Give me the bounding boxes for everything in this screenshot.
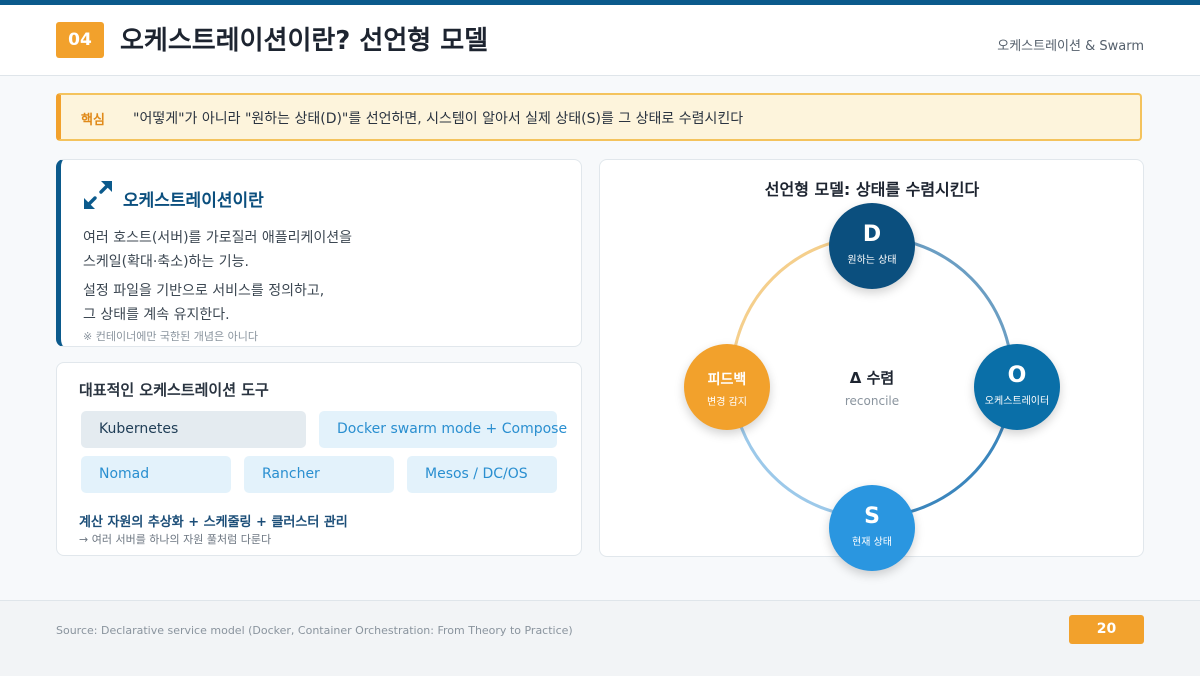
node-d-label: 원하는 상태: [847, 255, 897, 266]
node-feedback-label: 변경 감지: [707, 397, 747, 408]
definition-line-1: 여러 호스트(서버)를 가로질러 애플리케이션을: [83, 230, 352, 246]
tool-chip-rancher: Rancher: [244, 456, 394, 493]
expand-arrows-icon: [84, 181, 112, 209]
node-desired-state: D 원하는 상태: [829, 203, 915, 289]
tool-chip-nomad: Nomad: [81, 456, 231, 493]
definition-card: 오케스트레이션이란 여러 호스트(서버)를 가로질러 애플리케이션을 스케일(확…: [56, 159, 582, 347]
definition-title: 오케스트레이션이란: [123, 191, 264, 211]
center-title: Δ 수렴: [850, 369, 894, 387]
tools-title: 대표적인 오케스트레이션 도구: [79, 381, 269, 399]
key-point-label: 핵심: [81, 113, 105, 128]
slide-header: 04 오케스트레이션이란? 선언형 모델 오케스트레이션 & Swarm: [0, 5, 1200, 76]
node-orchestrator: O 오케스트레이터: [974, 344, 1060, 430]
node-s-letter: S: [864, 504, 880, 529]
node-current-state: S 현재 상태: [829, 485, 915, 571]
diagram-title: 선언형 모델: 상태를 수렴시킨다: [765, 180, 980, 199]
key-point-text: "어떻게"가 아니라 "원하는 상태(D)"를 선언하면, 시스템이 알아서 실…: [133, 111, 744, 127]
tool-chip-mesos: Mesos / DC/OS: [407, 456, 557, 493]
section-tag: 오케스트레이션 & Swarm: [997, 39, 1144, 54]
center-subtitle: reconcile: [845, 394, 899, 408]
diagram-card: 선언형 모델: 상태를 수렴시킨다 Δ 수렴 reconcile D 원하는 상…: [599, 159, 1144, 571]
tools-summary-sub: → 여러 서버를 하나의 자원 풀처럼 다룬다: [79, 533, 272, 546]
node-feedback-title: 피드백: [707, 372, 747, 388]
section-number-badge: 04: [56, 22, 104, 58]
definition-line-4: 그 상태를 계속 유지한다.: [83, 307, 230, 323]
node-d-letter: D: [862, 222, 882, 247]
node-o-letter: O: [1007, 363, 1027, 388]
tools-summary: 계산 자원의 추상화 + 스케줄링 + 클러스터 관리: [79, 515, 348, 530]
tools-card: 대표적인 오케스트레이션 도구 Kubernetes Docker swarm …: [56, 362, 582, 556]
key-point-box: 핵심 "어떻게"가 아니라 "원하는 상태(D)"를 선언하면, 시스템이 알아…: [56, 93, 1142, 141]
definition-note: ※ 컨테이너에만 국한된 개념은 아니다: [83, 330, 259, 343]
definition-line-3: 설정 파일을 기반으로 서비스를 정의하고,: [83, 283, 325, 299]
definition-line-2: 스케일(확대·축소)하는 기능.: [83, 254, 249, 270]
slide-footer: Source: Declarative service model (Docke…: [0, 600, 1200, 676]
node-o-label: 오케스트레이터: [984, 396, 1050, 407]
node-s-label: 현재 상태: [852, 537, 892, 548]
slide-title: 오케스트레이션이란? 선언형 모델: [120, 26, 489, 56]
page-number-badge: 20: [1069, 615, 1144, 644]
source-citation: Source: Declarative service model (Docke…: [56, 624, 573, 637]
tool-chip-kubernetes: Kubernetes: [81, 411, 306, 448]
node-feedback: 피드백 변경 감지: [684, 344, 770, 430]
tool-chip-docker-swarm: Docker swarm mode + Compose: [319, 411, 567, 448]
